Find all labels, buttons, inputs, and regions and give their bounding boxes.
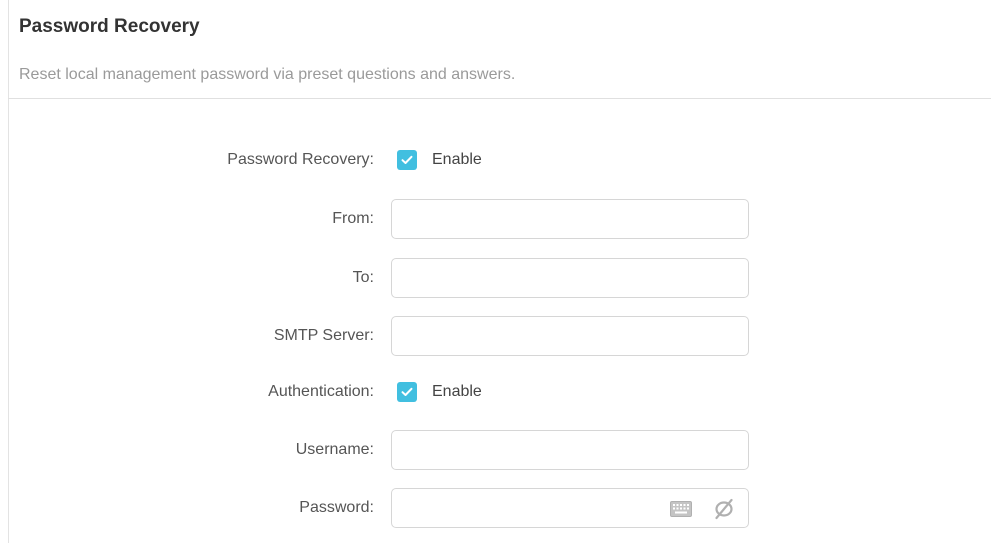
section-divider bbox=[8, 98, 991, 99]
password-recovery-label: Password Recovery: bbox=[227, 151, 374, 168]
check-icon bbox=[397, 150, 417, 170]
password-field[interactable] bbox=[391, 488, 749, 528]
to-field[interactable] bbox=[391, 258, 749, 298]
check-icon bbox=[397, 382, 417, 402]
password-row: Password: bbox=[0, 488, 991, 528]
from-field[interactable] bbox=[391, 199, 749, 239]
password-label: Password: bbox=[299, 499, 374, 516]
smtp-server-label: SMTP Server: bbox=[273, 327, 374, 344]
to-label: To: bbox=[352, 269, 374, 286]
username-row: Username: bbox=[0, 430, 991, 470]
username-label: Username: bbox=[295, 441, 374, 458]
password-input[interactable] bbox=[392, 489, 676, 525]
to-row: To: bbox=[0, 258, 991, 298]
password-recovery-enable-label: Enable bbox=[432, 151, 482, 168]
username-input[interactable] bbox=[392, 431, 676, 467]
username-field[interactable] bbox=[391, 430, 749, 470]
smtp-server-row: SMTP Server: bbox=[0, 316, 991, 356]
page-subtitle: Reset local management password via pres… bbox=[19, 66, 516, 83]
eye-slash-icon[interactable] bbox=[712, 497, 736, 521]
password-recovery-row: Password Recovery: Enable bbox=[0, 140, 991, 180]
from-label: From: bbox=[332, 210, 374, 227]
smtp-server-input[interactable] bbox=[392, 317, 676, 353]
authentication-row: Authentication: Enable bbox=[0, 372, 991, 412]
to-input[interactable] bbox=[392, 259, 676, 295]
page-title: Password Recovery bbox=[19, 16, 200, 37]
authentication-label: Authentication: bbox=[268, 383, 374, 400]
password-recovery-checkbox[interactable]: Enable bbox=[397, 149, 482, 171]
authentication-checkbox[interactable]: Enable bbox=[397, 381, 482, 403]
authentication-enable-label: Enable bbox=[432, 383, 482, 400]
keyboard-icon[interactable] bbox=[670, 501, 692, 517]
from-input[interactable] bbox=[392, 200, 676, 236]
from-row: From: bbox=[0, 199, 991, 239]
smtp-server-field[interactable] bbox=[391, 316, 749, 356]
